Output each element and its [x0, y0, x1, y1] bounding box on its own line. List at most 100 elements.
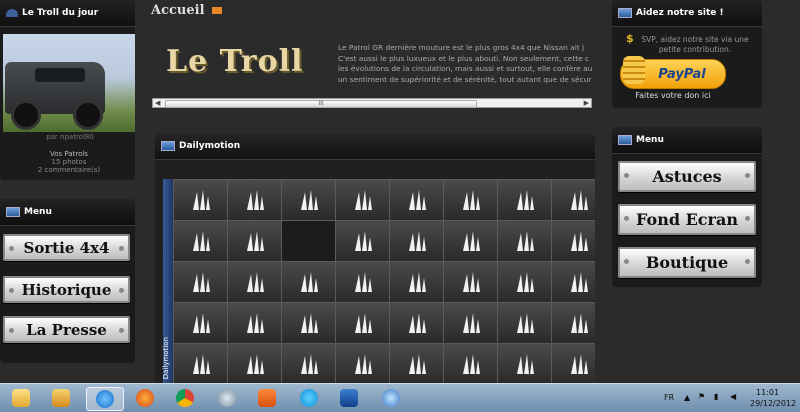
- horizontal-scrollbar[interactable]: ◀ III ▶: [152, 98, 592, 108]
- play-logo-icon: [246, 272, 264, 292]
- video-thumbnail[interactable]: [227, 179, 282, 221]
- outlook-taskbar-button[interactable]: [334, 387, 364, 409]
- network-icon[interactable]: ▮: [714, 392, 718, 401]
- play-logo-icon: [570, 313, 588, 333]
- video-thumbnail[interactable]: [551, 343, 595, 383]
- video-thumbnail[interactable]: [443, 302, 498, 344]
- messenger-taskbar-button[interactable]: [376, 387, 406, 409]
- video-thumbnail[interactable]: [389, 261, 444, 303]
- video-thumbnail[interactable]: [173, 261, 228, 303]
- video-thumbnail[interactable]: [497, 302, 552, 344]
- video-thumbnail[interactable]: [173, 179, 228, 221]
- skype-taskbar-button[interactable]: [294, 387, 324, 409]
- chrome-taskbar-button[interactable]: [170, 387, 200, 409]
- clock-time[interactable]: 11:01: [756, 388, 779, 397]
- menu-button-sortie-4x4[interactable]: Sortie 4x4: [3, 234, 130, 261]
- video-thumbnail[interactable]: [443, 179, 498, 221]
- play-logo-icon: [246, 231, 264, 251]
- language-indicator[interactable]: FR: [664, 393, 674, 402]
- menu-button-astuces[interactable]: Astuces: [618, 161, 756, 192]
- video-thumbnail[interactable]: [335, 220, 390, 262]
- video-thumbnail[interactable]: [173, 220, 228, 262]
- video-thumbnail[interactable]: [389, 302, 444, 344]
- video-thumbnail[interactable]: [443, 220, 498, 262]
- video-thumbnail[interactable]: [551, 179, 595, 221]
- troll-photo[interactable]: [3, 34, 135, 132]
- video-thumbnail[interactable]: [335, 261, 390, 303]
- video-thumbnail[interactable]: [389, 220, 444, 262]
- comment-count[interactable]: 2 commentaire(s): [0, 166, 138, 174]
- rss-icon[interactable]: [212, 7, 223, 14]
- play-logo-icon: [300, 272, 318, 292]
- play-logo-icon: [192, 190, 210, 210]
- video-thumbnail[interactable]: [227, 220, 282, 262]
- k-app-taskbar-button[interactable]: [252, 387, 282, 409]
- video-thumbnail[interactable]: [551, 302, 595, 344]
- clock-date[interactable]: 29/12/2012: [750, 399, 796, 408]
- site-logo[interactable]: Le Troll: [166, 44, 303, 79]
- video-thumbnail[interactable]: [281, 179, 336, 221]
- scroll-left-icon[interactable]: ◀: [155, 99, 160, 107]
- video-thumbnail[interactable]: [281, 261, 336, 303]
- video-thumbnail[interactable]: [335, 179, 390, 221]
- video-thumbnail[interactable]: [389, 343, 444, 383]
- coins-icon: [623, 56, 645, 84]
- video-thumbnail[interactable]: [227, 343, 282, 383]
- paypal-button[interactable]: PayPal: [620, 56, 726, 89]
- play-logo-icon: [408, 231, 426, 251]
- video-thumbnail[interactable]: [443, 343, 498, 383]
- intro-banner: Le Troll Le Patrol GR dernière mouture e…: [152, 38, 592, 98]
- support-text: SVP, aidez notre site via une petite con…: [641, 35, 749, 54]
- explorer-taskbar-button[interactable]: [6, 387, 36, 409]
- album-link[interactable]: Vos Patrols: [0, 150, 138, 158]
- play-logo-icon: [408, 272, 426, 292]
- video-thumbnail[interactable]: [281, 343, 336, 383]
- game-icon: [218, 389, 236, 407]
- play-logo-icon: [516, 313, 534, 333]
- play-logo-icon: [354, 272, 372, 292]
- play-logo-icon: [570, 354, 588, 374]
- dailymotion-flag-icon: [161, 141, 175, 151]
- play-logo-icon: [246, 354, 264, 374]
- video-thumbnail[interactable]: [497, 343, 552, 383]
- video-thumbnail[interactable]: [335, 343, 390, 383]
- scroll-thumb[interactable]: III: [165, 100, 477, 108]
- video-thumbnail[interactable]: [497, 220, 552, 262]
- play-logo-icon: [516, 354, 534, 374]
- scroll-right-icon[interactable]: ▶: [584, 99, 589, 107]
- video-thumbnail[interactable]: [173, 343, 228, 383]
- internet-explorer-icon: [96, 390, 114, 408]
- menu-button-la-presse[interactable]: La Presse: [3, 316, 130, 343]
- play-logo-icon: [192, 313, 210, 333]
- video-thumbnail[interactable]: [173, 302, 228, 344]
- menu-button-fond-ecran[interactable]: Fond Ecran: [618, 204, 756, 235]
- firefox-taskbar-button[interactable]: [130, 387, 160, 409]
- video-thumbnail[interactable]: [389, 179, 444, 221]
- tray-arrow-icon[interactable]: ▲: [684, 393, 690, 402]
- volume-icon[interactable]: ◀: [730, 392, 736, 401]
- video-thumbnail[interactable]: [551, 220, 595, 262]
- video-thumbnail[interactable]: [551, 261, 595, 303]
- video-thumbnail[interactable]: [497, 261, 552, 303]
- game-taskbar-button[interactable]: [212, 387, 242, 409]
- video-thumbnail[interactable]: [281, 302, 336, 344]
- video-thumbnail[interactable]: [227, 261, 282, 303]
- flag-tray-icon[interactable]: ⚑: [698, 392, 705, 401]
- play-logo-icon: [462, 190, 480, 210]
- video-thumbnail[interactable]: [497, 179, 552, 221]
- donate-link[interactable]: Faites votre don ici: [612, 91, 734, 100]
- chrome-icon: [176, 389, 194, 407]
- skype-icon: [300, 389, 318, 407]
- video-thumbnail[interactable]: [281, 220, 336, 262]
- video-thumbnail[interactable]: [227, 302, 282, 344]
- support-flag-icon: [618, 8, 632, 18]
- menu-button-boutique[interactable]: Boutique: [618, 247, 756, 278]
- media-player-taskbar-button[interactable]: [46, 387, 76, 409]
- video-thumbnail[interactable]: [443, 261, 498, 303]
- video-thumbnail[interactable]: [335, 302, 390, 344]
- ie-taskbar-button[interactable]: [86, 387, 124, 411]
- play-logo-icon: [192, 231, 210, 251]
- play-logo-icon: [516, 190, 534, 210]
- play-logo-icon: [408, 313, 426, 333]
- menu-button-historique[interactable]: Historique: [3, 276, 130, 303]
